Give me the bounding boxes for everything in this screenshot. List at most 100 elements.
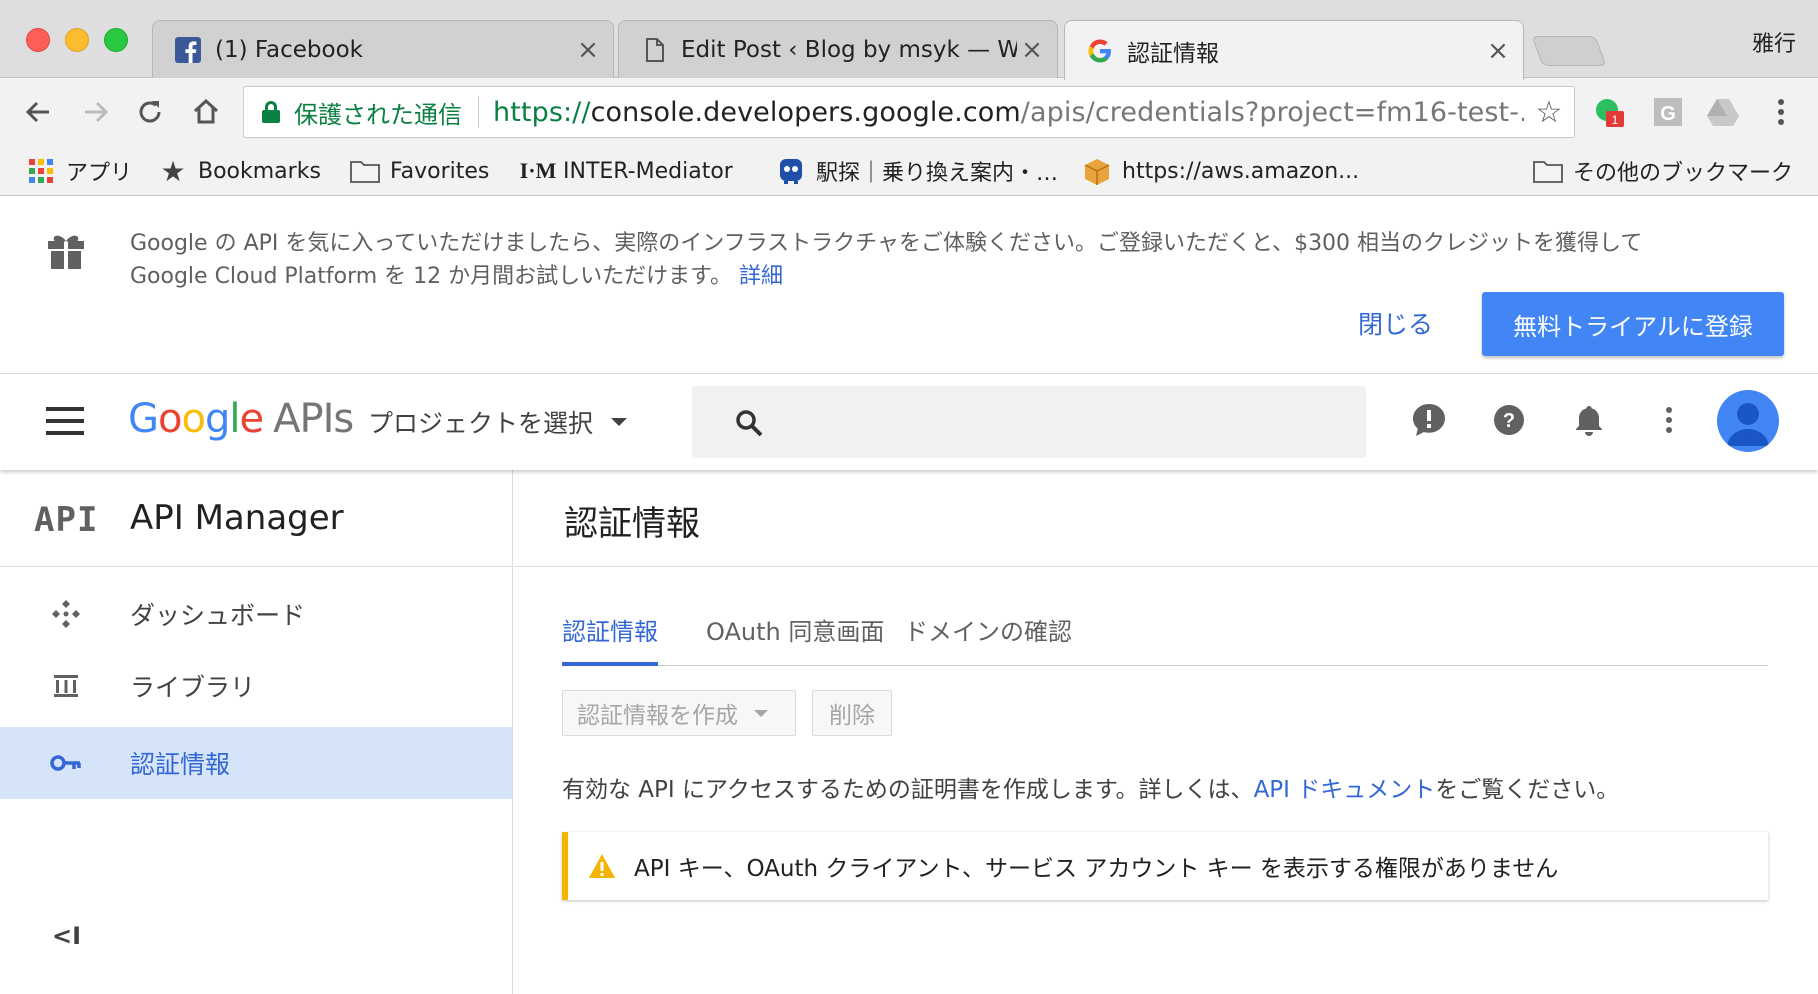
extension-evernote-icon[interactable]: 1 xyxy=(1591,94,1627,130)
address-bar[interactable]: 保護された通信 https://console.developers.googl… xyxy=(243,86,1575,138)
bookmark-label: Bookmarks xyxy=(198,158,321,184)
search-icon xyxy=(736,410,763,437)
bookmark-bookmarks[interactable]: ★ Bookmarks xyxy=(158,154,321,188)
sidebar-item-label: ダッシュボード xyxy=(130,601,306,630)
url-path: /apis/credentials?project=fm16-test-... xyxy=(1020,96,1524,128)
url-scheme: https:// xyxy=(493,96,591,128)
api-docs-link[interactable]: API ドキュメント xyxy=(1254,777,1436,803)
project-selector[interactable]: プロジェクトを選択 xyxy=(368,404,628,440)
svg-text:?: ? xyxy=(1503,410,1515,432)
gift-icon xyxy=(48,235,84,269)
new-tab-button[interactable] xyxy=(1531,36,1607,66)
bookmark-label: Favorites xyxy=(390,158,490,184)
banner-message: Google の API を気に入っていただけましたら、実際のインフラストラクチ… xyxy=(130,227,1810,293)
zoom-window-button[interactable] xyxy=(104,28,128,52)
key-icon xyxy=(46,743,86,783)
google-apis-logo[interactable]: Google APIs xyxy=(128,396,354,442)
user-avatar-icon xyxy=(1727,403,1769,446)
collapse-sidebar-button[interactable]: <I xyxy=(52,922,81,950)
credentials-tabs: 認証情報 OAuth 同意画面 ドメインの確認 xyxy=(562,600,1768,666)
hamburger-menu-icon[interactable] xyxy=(46,407,84,437)
banner-line-2-text: Google Cloud Platform を 12 か月間お試しいただけます。 xyxy=(130,264,732,289)
bookmark-aws[interactable]: https://aws.amazon... xyxy=(1082,154,1359,188)
box-icon xyxy=(1082,158,1112,185)
minimize-window-button[interactable] xyxy=(65,28,89,52)
notifications-bell-icon[interactable] xyxy=(1569,400,1609,440)
warning-icon xyxy=(589,854,615,878)
bookmark-other[interactable]: その他のブックマーク xyxy=(1533,154,1793,188)
back-arrow-icon xyxy=(25,101,49,123)
secure-connection-label[interactable]: 保護された通信 xyxy=(294,95,462,130)
sidebar-item-credentials[interactable]: 認証情報 xyxy=(0,727,512,799)
main-content: 認証情報 認証情報 OAuth 同意画面 ドメインの確認 認証情報を作成 削除 … xyxy=(514,470,1818,994)
description-prefix: 有効な API にアクセスするための証明書を作成します。詳しくは、 xyxy=(562,777,1254,803)
feedback-icon[interactable] xyxy=(1409,400,1449,440)
tab-title: (1) Facebook xyxy=(215,36,363,63)
bookmark-favorites[interactable]: Favorites xyxy=(350,154,489,188)
delete-button[interactable]: 削除 xyxy=(812,690,892,736)
google-icon xyxy=(1088,39,1111,62)
url-host: console.developers.google.com xyxy=(590,96,1021,128)
close-window-button[interactable] xyxy=(26,28,50,52)
free-trial-signup-button[interactable]: 無料トライアルに登録 xyxy=(1482,292,1784,356)
bookmark-apps[interactable]: アプリ xyxy=(26,154,132,188)
google-drive-icon[interactable] xyxy=(1705,94,1741,130)
chrome-menu-icon[interactable] xyxy=(1763,94,1799,130)
bookmark-label: アプリ xyxy=(66,161,133,186)
tab-domain-verification[interactable]: ドメインの確認 xyxy=(904,600,1072,666)
main-header: 認証情報 xyxy=(514,470,1818,567)
sidebar-item-label: 認証情報 xyxy=(130,750,231,779)
logo-apis-text: APIs xyxy=(273,396,354,442)
bookmark-label: 駅探｜乗り換え案内・… xyxy=(816,161,1059,186)
avatar[interactable] xyxy=(1717,390,1779,452)
google-apis-header: Google APIs プロジェクトを選択 ? xyxy=(0,374,1818,470)
tab-credentials[interactable]: 認証情報 xyxy=(562,600,658,666)
create-credentials-label: 認証情報を作成 xyxy=(577,703,738,729)
back-button[interactable] xyxy=(18,92,58,132)
page-icon xyxy=(646,37,664,62)
search-input[interactable] xyxy=(692,386,1366,458)
warning-text: API キー、OAuth クライアント、サービス アカウント キー を表示する権… xyxy=(634,856,1559,882)
sidebar-item-label: ライブラリ xyxy=(130,673,256,702)
free-trial-banner: Google の API を気に入っていただけましたら、実際のインフラストラクチ… xyxy=(0,197,1818,374)
lock-icon xyxy=(262,101,280,123)
tab-close-button[interactable]: × xyxy=(1483,36,1513,66)
dropdown-arrow-icon xyxy=(754,709,768,717)
svg-text:1: 1 xyxy=(1612,113,1619,127)
address-separator xyxy=(478,96,479,128)
forward-button[interactable] xyxy=(76,92,116,132)
url-text[interactable]: https://console.developers.google.com/ap… xyxy=(493,97,1524,128)
browser-tab-credentials[interactable]: 認証情報 × xyxy=(1064,20,1524,80)
star-icon: ★ xyxy=(160,154,186,188)
project-selector-label: プロジェクトを選択 xyxy=(368,409,594,438)
home-button[interactable] xyxy=(186,92,226,132)
tab-oauth-consent[interactable]: OAuth 同意画面 xyxy=(706,600,884,666)
facebook-icon xyxy=(175,36,201,63)
browser-tab-wordpress[interactable]: Edit Post ‹ Blog by msyk — WordPress × xyxy=(618,20,1058,78)
extension-g-icon[interactable]: G xyxy=(1650,94,1686,130)
tab-close-button[interactable]: × xyxy=(573,35,603,65)
banner-line-1: Google の API を気に入っていただけましたら、実際のインフラストラクチ… xyxy=(130,231,1643,256)
create-credentials-button[interactable]: 認証情報を作成 xyxy=(562,690,796,736)
banner-line-2: Google Cloud Platform を 12 か月間お試しいただけます。… xyxy=(130,260,1810,293)
bookmark-label: INTER-Mediator xyxy=(563,158,733,184)
details-link[interactable]: 詳細 xyxy=(739,264,783,289)
sidebar-item-library[interactable]: ライブラリ xyxy=(0,650,512,722)
left-sidebar: API API Manager ダッシュボード ライブラリ 認証情報 <I xyxy=(0,470,513,994)
close-banner-button[interactable]: 閉じる xyxy=(1358,305,1433,341)
bookmark-star-button[interactable]: ☆ xyxy=(1524,95,1574,130)
reload-icon xyxy=(139,101,161,123)
browser-tab-facebook[interactable]: (1) Facebook × xyxy=(152,20,614,78)
folder-icon xyxy=(350,158,380,184)
profile-name[interactable]: 雅行 xyxy=(1752,26,1796,58)
more-options-icon[interactable] xyxy=(1649,400,1689,440)
sidebar-item-dashboard[interactable]: ダッシュボード xyxy=(0,578,512,650)
bookmark-inter-mediator[interactable]: I·M INTER-Mediator xyxy=(520,154,733,188)
help-icon[interactable]: ? xyxy=(1489,400,1529,440)
forward-arrow-icon xyxy=(85,101,109,123)
tab-close-button[interactable]: × xyxy=(1017,35,1047,65)
reload-button[interactable] xyxy=(130,92,170,132)
permission-warning: API キー、OAuth クライアント、サービス アカウント キー を表示する権… xyxy=(562,832,1768,900)
dashboard-icon xyxy=(46,594,86,634)
bookmark-ekitan[interactable]: 駅探｜乗り換え案内・… xyxy=(776,154,1058,188)
